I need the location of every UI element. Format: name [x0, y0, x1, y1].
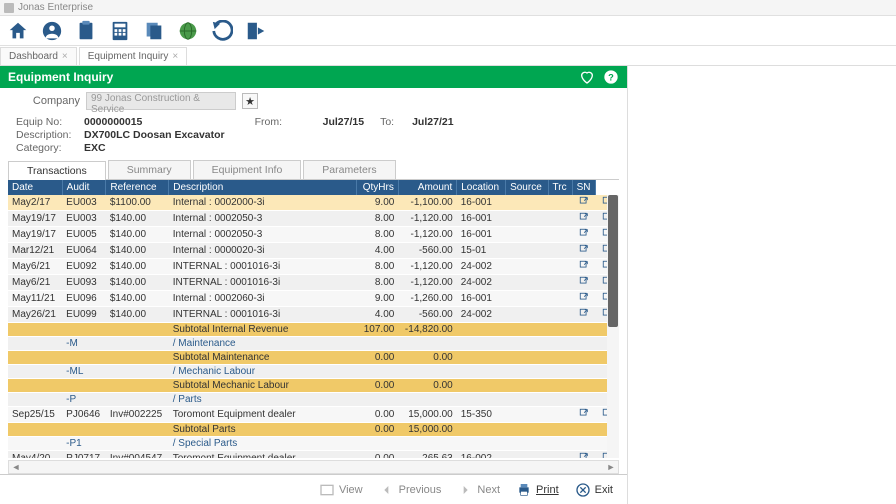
app-title: Jonas Enterprise [18, 2, 93, 13]
next-button[interactable]: Next [451, 480, 506, 500]
favorite-icon[interactable] [579, 69, 595, 85]
table-row[interactable]: Subtotal Parts0.0015,000.00 [8, 423, 619, 437]
col-qtyhrs[interactable]: QtyHrs [357, 180, 399, 195]
table-row[interactable]: Subtotal Maintenance0.000.00 [8, 351, 619, 365]
trc-link[interactable] [572, 307, 596, 323]
col-sn[interactable]: SN [572, 180, 596, 195]
table-row[interactable]: -P/ Parts [8, 393, 619, 407]
table-row[interactable]: May26/21EU099$140.00INTERNAL : 0001016-3… [8, 307, 619, 323]
from-label: From: [255, 116, 315, 128]
trc-link[interactable] [572, 195, 596, 211]
doc-tab-dashboard[interactable]: Dashboard× [0, 47, 77, 65]
vertical-scrollbar[interactable] [607, 195, 619, 458]
cat-label: Category: [16, 142, 76, 154]
table-row[interactable]: May4/20PJ0717Inv#004547Toromont Equipmen… [8, 451, 619, 459]
to-label: To: [380, 116, 404, 128]
view-button[interactable]: View [313, 480, 369, 500]
company-label: Company [8, 95, 80, 107]
bottom-bar: View Previous Next Print Exit [0, 474, 627, 504]
tab-transactions[interactable]: Transactions [8, 161, 106, 180]
col-trc[interactable]: Trc [548, 180, 572, 195]
table-row[interactable]: -ML/ Mechanic Labour [8, 365, 619, 379]
trc-link[interactable] [572, 211, 596, 227]
table-row[interactable]: Sep25/15PJ0646Inv#002225Toromont Equipme… [8, 407, 619, 423]
refresh-icon[interactable] [210, 19, 234, 43]
previous-button[interactable]: Previous [373, 480, 448, 500]
document-tabs: Dashboard×Equipment Inquiry× [0, 46, 896, 66]
pane-header: Equipment Inquiry ? [0, 66, 627, 88]
trc-link[interactable] [572, 365, 596, 379]
doc-tab-equipment-inquiry[interactable]: Equipment Inquiry× [79, 47, 187, 65]
col-date[interactable]: Date [8, 180, 62, 195]
sub-tabs: TransactionsSummaryEquipment InfoParamet… [8, 160, 619, 180]
trc-link[interactable] [572, 423, 596, 437]
from-value: Jul27/15 [323, 116, 364, 128]
svg-text:?: ? [608, 72, 614, 82]
cat-value: EXC [84, 142, 106, 154]
exit-icon[interactable] [244, 19, 268, 43]
equip-no-label: Equip No: [16, 116, 76, 128]
tab-equipment-info[interactable]: Equipment Info [193, 160, 302, 179]
close-icon[interactable]: × [172, 51, 178, 62]
tab-parameters[interactable]: Parameters [303, 160, 395, 179]
table-row[interactable]: -P1/ Special Parts [8, 437, 619, 451]
grid-container: DateAuditReferenceDescriptionQtyHrsAmoun… [8, 180, 619, 458]
trc-link[interactable] [572, 259, 596, 275]
col-audit[interactable]: Audit [62, 180, 106, 195]
col-description[interactable]: Description [169, 180, 357, 195]
desc-value: DX700LC Doosan Excavator [84, 129, 225, 141]
to-value: Jul27/21 [412, 116, 453, 128]
table-row[interactable]: May11/21EU096$140.00Internal : 0002060-3… [8, 291, 619, 307]
table-row[interactable]: May6/21EU092$140.00INTERNAL : 0001016-3i… [8, 259, 619, 275]
table-row[interactable]: May2/17EU003$1100.00Internal : 0002000-3… [8, 195, 619, 211]
company-select[interactable]: 99 Jonas Construction & Service [86, 92, 236, 110]
table-row[interactable]: -M/ Maintenance [8, 337, 619, 351]
trc-link[interactable] [572, 243, 596, 259]
horizontal-scrollbar[interactable]: ◄► [8, 460, 619, 474]
col-location[interactable]: Location [457, 180, 506, 195]
tab-summary[interactable]: Summary [108, 160, 191, 179]
main-toolbar [0, 16, 896, 46]
pane-title: Equipment Inquiry [8, 70, 113, 84]
trc-link[interactable] [572, 407, 596, 423]
trc-link[interactable] [572, 437, 596, 451]
table-row[interactable]: May19/17EU005$140.00Internal : 0002050-3… [8, 227, 619, 243]
help-icon[interactable]: ? [603, 69, 619, 85]
titlebar: Jonas Enterprise [0, 0, 896, 16]
home-icon[interactable] [6, 19, 30, 43]
clipboard-icon[interactable] [74, 19, 98, 43]
desc-label: Description: [16, 129, 76, 141]
trc-link[interactable] [572, 291, 596, 307]
close-icon[interactable]: × [62, 51, 68, 62]
equip-no: 0000000015 [84, 116, 142, 128]
table-row[interactable]: Subtotal Internal Revenue107.00-14,820.0… [8, 323, 619, 337]
trc-link[interactable] [572, 393, 596, 407]
trc-link[interactable] [572, 227, 596, 243]
col-reference[interactable]: Reference [106, 180, 169, 195]
col-amount[interactable]: Amount [398, 180, 456, 195]
table-row[interactable]: May6/21EU093$140.00INTERNAL : 0001016-3i… [8, 275, 619, 291]
trc-link[interactable] [572, 323, 596, 337]
user-icon[interactable] [40, 19, 64, 43]
trc-link[interactable] [572, 451, 596, 459]
calc-icon[interactable] [108, 19, 132, 43]
globe-icon[interactable] [176, 19, 200, 43]
table-row[interactable]: Subtotal Mechanic Labour0.000.00 [8, 379, 619, 393]
col-source[interactable]: Source [506, 180, 548, 195]
copy-icon[interactable] [142, 19, 166, 43]
trc-link[interactable] [572, 337, 596, 351]
transactions-grid: DateAuditReferenceDescriptionQtyHrsAmoun… [8, 180, 619, 458]
trc-link[interactable] [572, 351, 596, 365]
print-button[interactable]: Print [510, 480, 565, 500]
info-block: Equip No: 0000000015 Description: DX700LC … [0, 114, 627, 160]
trc-link[interactable] [572, 379, 596, 393]
star-button[interactable]: ★ [242, 93, 258, 109]
table-row[interactable]: May19/17EU003$140.00Internal : 0002050-3… [8, 211, 619, 227]
exit-button[interactable]: Exit [569, 480, 619, 500]
trc-link[interactable] [572, 275, 596, 291]
right-pane [628, 66, 896, 504]
table-row[interactable]: Mar12/21EU064$140.00Internal : 0000020-3… [8, 243, 619, 259]
